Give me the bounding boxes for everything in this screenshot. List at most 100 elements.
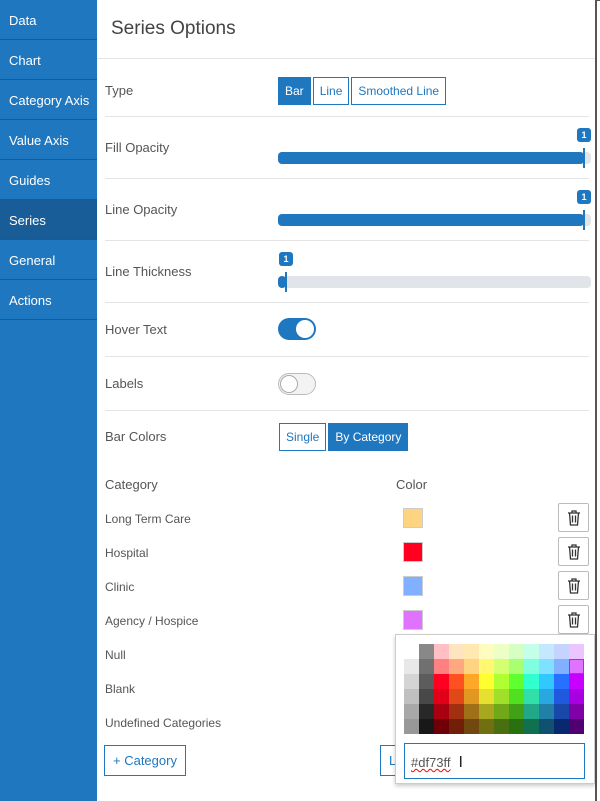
palette-color-swatch[interactable] [404,689,419,704]
delete-category-trash-icon[interactable] [558,503,589,532]
palette-color-swatch[interactable] [554,719,569,734]
palette-color-swatch[interactable] [524,674,539,689]
palette-color-swatch[interactable] [569,719,584,734]
palette-color-swatch[interactable] [509,674,524,689]
sidebar-item-category-axis[interactable]: Category Axis [0,80,97,120]
palette-color-swatch[interactable] [494,719,509,734]
delete-category-trash-icon[interactable] [558,571,589,600]
palette-color-swatch[interactable] [419,674,434,689]
palette-color-swatch[interactable] [404,674,419,689]
palette-color-swatch[interactable] [404,644,419,659]
sidebar-item-data[interactable]: Data [0,0,97,40]
palette-color-swatch[interactable] [479,644,494,659]
palette-color-swatch[interactable] [479,719,494,734]
color-swatch[interactable] [403,542,423,562]
palette-color-swatch[interactable] [509,644,524,659]
palette-color-swatch[interactable] [449,689,464,704]
labels-toggle[interactable] [278,373,316,395]
palette-color-swatch[interactable] [524,659,539,674]
palette-color-swatch[interactable] [419,644,434,659]
color-swatch[interactable] [403,576,423,596]
palette-color-swatch[interactable] [449,674,464,689]
palette-color-swatch[interactable] [419,659,434,674]
palette-color-swatch[interactable] [419,719,434,734]
palette-color-swatch[interactable] [509,689,524,704]
sidebar-item-general[interactable]: General [0,240,97,280]
bar-colors-by-category-button[interactable]: By Category [328,423,409,451]
slider-thumb[interactable] [285,272,287,292]
palette-color-swatch[interactable] [479,704,494,719]
palette-color-swatch[interactable] [539,704,554,719]
slider-thumb[interactable] [583,148,585,168]
sidebar-item-series[interactable]: Series [0,200,97,240]
palette-color-swatch[interactable] [449,644,464,659]
palette-color-swatch[interactable] [569,674,584,689]
line-thickness-slider[interactable]: 1 [278,252,591,292]
palette-color-swatch[interactable] [569,659,584,674]
palette-color-swatch[interactable] [524,644,539,659]
delete-category-trash-icon[interactable] [558,537,589,566]
palette-color-swatch[interactable] [404,704,419,719]
bar-colors-single-button[interactable]: Single [279,423,327,451]
palette-color-swatch[interactable] [569,704,584,719]
palette-color-swatch[interactable] [569,644,584,659]
palette-color-swatch[interactable] [539,674,554,689]
color-swatch[interactable] [403,610,423,630]
color-swatch[interactable] [403,508,423,528]
palette-color-swatch[interactable] [494,644,509,659]
palette-color-swatch[interactable] [539,659,554,674]
palette-color-swatch[interactable] [464,719,479,734]
palette-color-swatch[interactable] [449,719,464,734]
sidebar-item-chart[interactable]: Chart [0,40,97,80]
hex-color-input[interactable]: #df73ff I [404,743,585,779]
sidebar-item-guides[interactable]: Guides [0,160,97,200]
palette-color-swatch[interactable] [509,719,524,734]
palette-color-swatch[interactable] [464,644,479,659]
palette-color-swatch[interactable] [479,674,494,689]
palette-color-swatch[interactable] [464,704,479,719]
slider-thumb[interactable] [583,210,585,230]
palette-color-swatch[interactable] [434,674,449,689]
palette-color-swatch[interactable] [434,704,449,719]
delete-category-trash-icon[interactable] [558,605,589,634]
palette-color-swatch[interactable] [554,689,569,704]
palette-color-swatch[interactable] [554,704,569,719]
palette-color-swatch[interactable] [434,719,449,734]
add-category-button[interactable]: + Category [104,745,186,776]
palette-color-swatch[interactable] [419,704,434,719]
hover-text-toggle[interactable] [278,318,316,340]
palette-color-swatch[interactable] [464,674,479,689]
palette-color-swatch[interactable] [524,719,539,734]
palette-color-swatch[interactable] [464,659,479,674]
palette-color-swatch[interactable] [404,659,419,674]
palette-color-swatch[interactable] [539,644,554,659]
palette-color-swatch[interactable] [509,659,524,674]
line-opacity-slider[interactable]: 1 [278,190,591,230]
palette-color-swatch[interactable] [539,719,554,734]
palette-color-swatch[interactable] [449,704,464,719]
palette-color-swatch[interactable] [524,689,539,704]
palette-color-swatch[interactable] [569,689,584,704]
palette-color-swatch[interactable] [524,704,539,719]
type-smoothed-line-button[interactable]: Smoothed Line [351,77,447,105]
palette-color-swatch[interactable] [434,689,449,704]
palette-color-swatch[interactable] [449,659,464,674]
palette-color-swatch[interactable] [434,659,449,674]
palette-color-swatch[interactable] [464,689,479,704]
palette-color-swatch[interactable] [419,689,434,704]
sidebar-item-actions[interactable]: Actions [0,280,97,320]
palette-color-swatch[interactable] [509,704,524,719]
palette-color-swatch[interactable] [434,644,449,659]
palette-color-swatch[interactable] [494,689,509,704]
palette-color-swatch[interactable] [554,659,569,674]
type-line-button[interactable]: Line [312,77,350,105]
palette-color-swatch[interactable] [404,719,419,734]
fill-opacity-slider[interactable]: 1 [278,128,591,168]
palette-color-swatch[interactable] [494,659,509,674]
palette-color-swatch[interactable] [554,644,569,659]
palette-color-swatch[interactable] [539,689,554,704]
palette-color-swatch[interactable] [479,659,494,674]
palette-color-swatch[interactable] [494,704,509,719]
palette-color-swatch[interactable] [554,674,569,689]
palette-color-swatch[interactable] [479,689,494,704]
